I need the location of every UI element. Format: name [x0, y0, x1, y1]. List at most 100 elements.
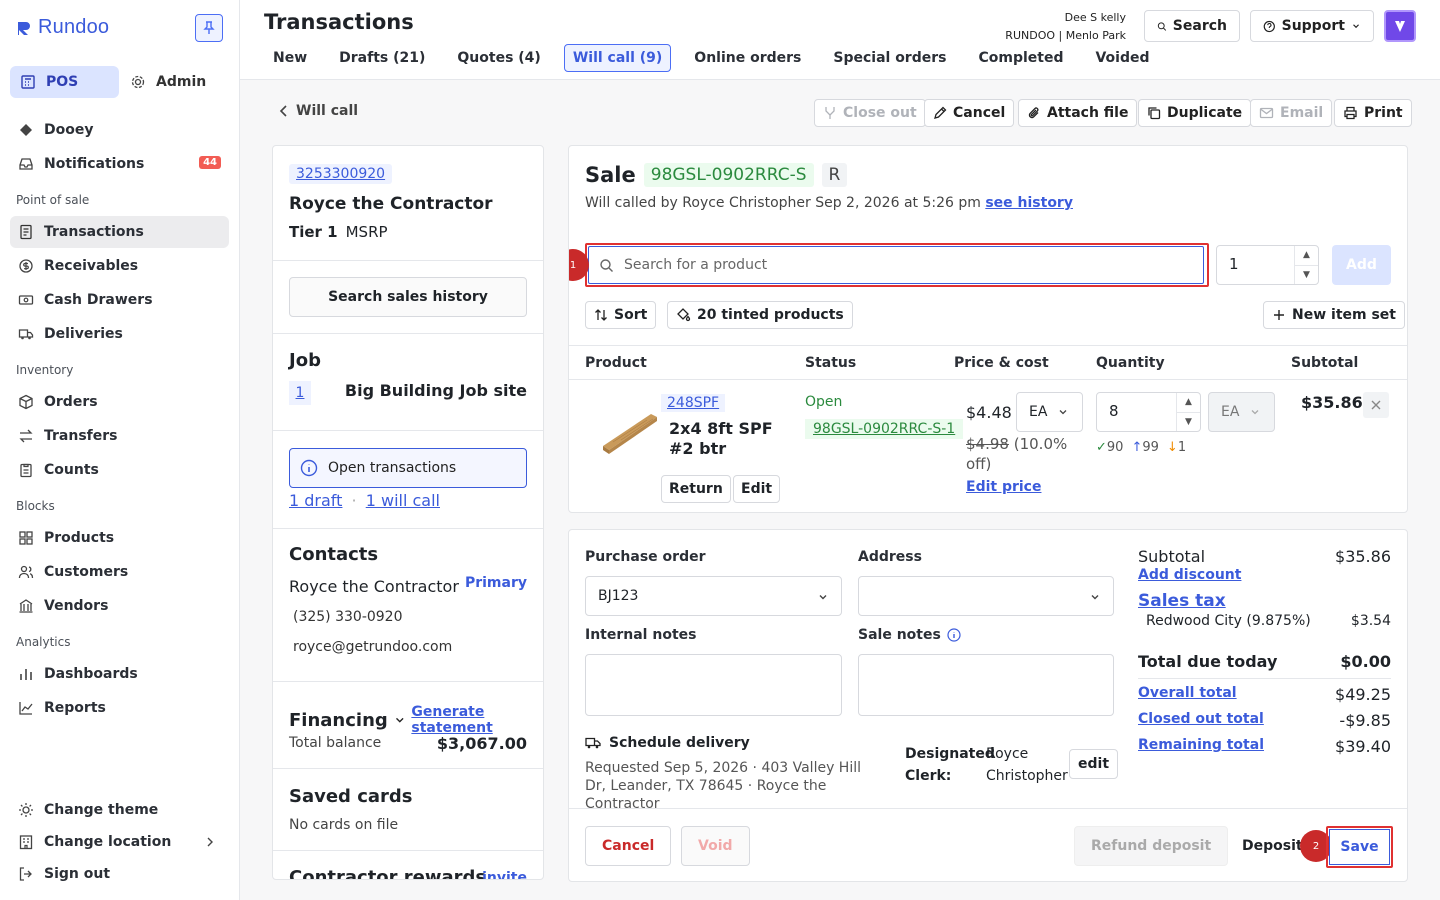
sort-button[interactable]: Sort [585, 301, 657, 329]
quantity-unit-select[interactable]: EA [1208, 392, 1275, 432]
cancel-transaction-button[interactable]: Cancel [924, 99, 1015, 127]
overall-total-link[interactable]: Overall total [1138, 685, 1237, 704]
see-history-link[interactable]: see history [985, 195, 1073, 211]
edit-clerk-button[interactable]: edit [1069, 749, 1119, 779]
tab-drafts[interactable]: Drafts (21) [330, 44, 434, 72]
return-button[interactable]: Return [661, 475, 731, 503]
sidebar-item-orders[interactable]: Orders [10, 386, 229, 418]
sidebar-item-receivables[interactable]: Receivables [10, 250, 229, 282]
tab-quotes[interactable]: Quotes (4) [448, 44, 549, 72]
tab-online-orders[interactable]: Online orders [685, 44, 810, 72]
back-to-will-call[interactable]: Will call [278, 103, 358, 119]
edit-price-link[interactable]: Edit price [966, 479, 1041, 495]
sidebar-item-dashboards[interactable]: Dashboards [10, 658, 229, 690]
void-button[interactable]: Void [681, 826, 750, 866]
close-out-button[interactable]: Close out [814, 99, 926, 127]
email-button[interactable]: Email [1250, 99, 1333, 127]
tab-completed[interactable]: Completed [969, 44, 1072, 72]
sidebar-item-change-location[interactable]: Change location [10, 826, 229, 858]
generate-statement-link[interactable]: Generate statement [411, 704, 543, 736]
closed-out-total-link[interactable]: Closed out total [1138, 711, 1264, 730]
support-button[interactable]: Support [1250, 10, 1374, 42]
cancel-sale-button[interactable]: Cancel [585, 826, 672, 866]
remove-line-button[interactable] [1363, 392, 1389, 418]
remaining-total-value: $39.40 [1335, 737, 1391, 756]
line-items-header: Product Status Price & cost Quantity Sub… [569, 345, 1407, 380]
save-button[interactable]: Save [1329, 829, 1390, 865]
mode-pos[interactable]: POS [10, 66, 119, 98]
remaining-total-link[interactable]: Remaining total [1138, 737, 1264, 756]
internal-notes-textarea[interactable] [585, 654, 842, 716]
sidebar-item-products[interactable]: Products [10, 522, 229, 554]
sidebar-item-deliveries[interactable]: Deliveries [10, 318, 229, 350]
product-sku-link[interactable]: 248SPF [661, 394, 726, 412]
tinted-products-button[interactable]: 20 tinted products [667, 301, 853, 329]
tab-new[interactable]: New [264, 44, 316, 72]
will-call-link[interactable]: 1 will call [366, 491, 440, 510]
schedule-delivery-heading[interactable]: Schedule delivery [585, 735, 750, 751]
product-search-input[interactable]: Search for a product [588, 246, 1204, 284]
invite-link[interactable]: invite [482, 870, 527, 879]
tax-value: $3.54 [1350, 613, 1391, 629]
sales-tax-link[interactable]: Sales tax [1138, 591, 1226, 611]
users-icon [18, 565, 34, 579]
search-sales-history-button[interactable]: Search sales history [289, 277, 527, 317]
sidebar-item-counts[interactable]: Counts [10, 454, 229, 486]
printer-icon [1344, 106, 1357, 120]
search-button[interactable]: Search [1144, 10, 1240, 42]
subtotal-value: $35.86 [1335, 547, 1391, 566]
divider [1138, 678, 1391, 679]
mode-admin[interactable]: Admin [120, 66, 220, 98]
divider [273, 260, 543, 261]
purchase-order-value: BJ123 [598, 588, 639, 604]
attach-file-button[interactable]: Attach file [1018, 99, 1138, 127]
chevron-down-icon[interactable]: ▼ [1295, 266, 1318, 285]
sidebar-item-transactions[interactable]: Transactions [10, 216, 229, 248]
pin-sidebar-button[interactable] [195, 14, 223, 42]
line-id-link[interactable]: 98GSL-0902RRC-S-1 [805, 419, 964, 439]
sidebar-item-customers[interactable]: Customers [10, 556, 229, 588]
chevron-down-icon[interactable] [394, 713, 406, 727]
app-logo[interactable]: Rundoo [16, 16, 109, 39]
sidebar-item-reports[interactable]: Reports [10, 692, 229, 724]
address-label: Address [858, 549, 922, 565]
sale-notes-textarea[interactable] [858, 654, 1114, 716]
edit-line-button[interactable]: Edit [733, 475, 781, 503]
customer-phone-link[interactable]: 3253300920 [289, 164, 393, 184]
transfer-icon [19, 429, 33, 443]
tab-voided[interactable]: Voided [1086, 44, 1158, 72]
sort-icon [595, 309, 607, 321]
building-icon [19, 599, 33, 613]
quantity-stepper[interactable]: ▲ ▼ [1294, 246, 1318, 284]
sidebar-item-sign-out[interactable]: Sign out [10, 858, 229, 890]
price-unit-select[interactable]: EA [1016, 392, 1083, 432]
refund-deposit-button[interactable]: Refund deposit [1074, 826, 1229, 866]
chevron-up-icon[interactable]: ▲ [1295, 246, 1318, 266]
address-select[interactable] [858, 576, 1114, 616]
purchase-order-select[interactable]: BJ123 [585, 576, 842, 616]
tab-special-orders[interactable]: Special orders [824, 44, 955, 72]
info-icon[interactable] [947, 628, 961, 642]
print-button[interactable]: Print [1334, 99, 1412, 127]
sidebar-item-notifications[interactable]: Dooey Notifications 44 [10, 148, 229, 180]
draft-link[interactable]: 1 draft [289, 491, 342, 510]
sidebar-item-vendors[interactable]: Vendors [10, 590, 229, 622]
sidebar-item-transfers[interactable]: Transfers [10, 420, 229, 452]
sun-icon [19, 803, 33, 817]
tab-will-call[interactable]: Will call (9) [563, 44, 672, 72]
chevron-up-icon[interactable]: ▲ [1177, 393, 1200, 413]
add-quantity-input[interactable]: 1 ▲ ▼ [1216, 245, 1319, 285]
job-number-link[interactable]: 1 [289, 381, 311, 405]
line-quantity-input[interactable]: 8 ▲ ▼ [1096, 392, 1201, 432]
add-product-button[interactable]: Add [1332, 245, 1391, 285]
duplicate-button[interactable]: Duplicate [1138, 99, 1252, 127]
user-avatar[interactable] [1384, 10, 1416, 42]
store-name: RUNDOO | Menlo Park [1005, 29, 1126, 42]
sidebar-item-dooey[interactable]: Dooey [10, 114, 229, 146]
add-discount-link[interactable]: Add discount [1138, 567, 1241, 583]
sidebar-item-change-theme[interactable]: Change theme [10, 794, 229, 826]
sidebar-item-cash-drawers[interactable]: Cash Drawers [10, 284, 229, 316]
chevron-down-icon[interactable]: ▼ [1177, 413, 1200, 432]
line-quantity-stepper[interactable]: ▲ ▼ [1176, 393, 1200, 431]
new-item-set-button[interactable]: New item set [1263, 301, 1405, 329]
